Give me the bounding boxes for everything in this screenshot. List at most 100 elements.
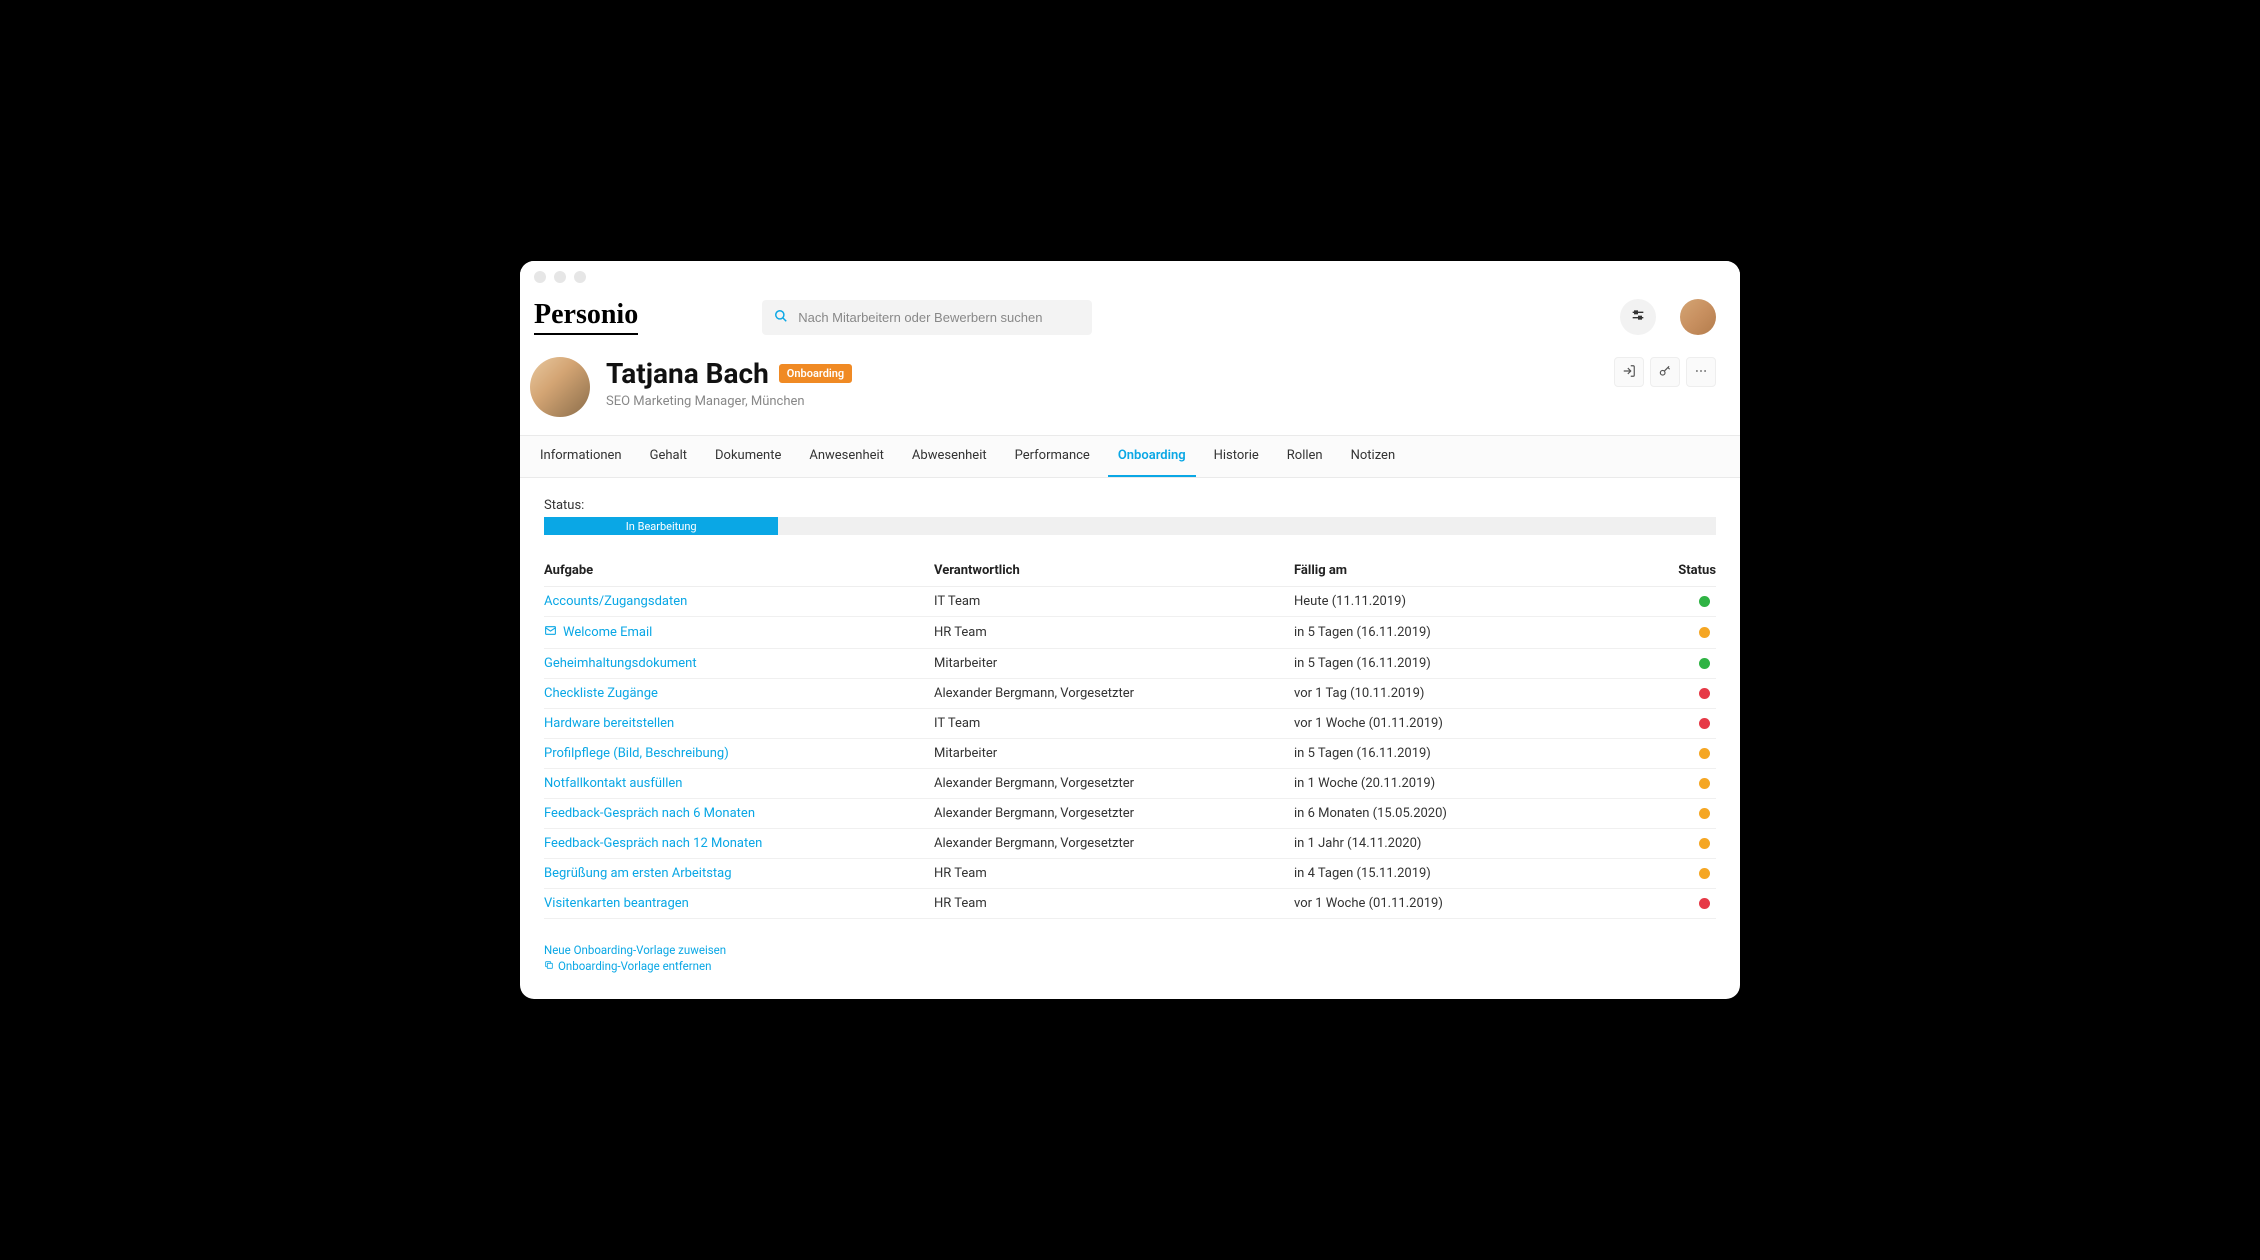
window-maximize-dot[interactable] xyxy=(574,271,586,283)
table-header: Aufgabe Verantwortlich Fällig am Status xyxy=(544,555,1716,587)
task-link[interactable]: Feedback-Gespräch nach 12 Monaten xyxy=(544,836,934,851)
status-dot-orange xyxy=(1699,627,1710,638)
footer-links: Neue Onboarding-Vorlage zuweisen Onboard… xyxy=(544,943,1716,973)
task-status xyxy=(1574,748,1716,759)
task-status xyxy=(1574,688,1716,699)
content-area: Status: In Bearbeitung Aufgabe Verantwor… xyxy=(520,478,1740,999)
login-icon xyxy=(1622,363,1636,382)
remove-template-link[interactable]: Onboarding-Vorlage entfernen xyxy=(544,959,1716,973)
task-title-text: Feedback-Gespräch nach 6 Monaten xyxy=(544,806,755,821)
tab-historie[interactable]: Historie xyxy=(1204,436,1269,477)
search-input[interactable] xyxy=(798,310,1080,325)
task-title-text: Geheimhaltungsdokument xyxy=(544,656,697,671)
task-link[interactable]: Profilpflege (Bild, Beschreibung) xyxy=(544,746,934,761)
task-title-text: Accounts/Zugangsdaten xyxy=(544,594,687,609)
more-icon xyxy=(1694,363,1708,382)
task-link[interactable]: Welcome Email xyxy=(544,624,934,641)
table-row: Feedback-Gespräch nach 12 MonatenAlexand… xyxy=(544,829,1716,859)
status-dot-orange xyxy=(1699,778,1710,789)
sliders-icon xyxy=(1630,307,1646,327)
status-dot-orange xyxy=(1699,748,1710,759)
task-title-text: Checkliste Zugänge xyxy=(544,686,658,701)
task-status xyxy=(1574,808,1716,819)
tab-rollen[interactable]: Rollen xyxy=(1277,436,1333,477)
task-status xyxy=(1574,778,1716,789)
tab-gehalt[interactable]: Gehalt xyxy=(640,436,697,477)
task-responsible: IT Team xyxy=(934,594,1294,609)
window-minimize-dot[interactable] xyxy=(554,271,566,283)
task-title-text: Welcome Email xyxy=(563,625,652,640)
status-dot-orange xyxy=(1699,868,1710,879)
task-due: in 1 Jahr (14.11.2020) xyxy=(1294,836,1574,851)
task-link[interactable]: Geheimhaltungsdokument xyxy=(544,656,934,671)
task-due: vor 1 Woche (01.11.2019) xyxy=(1294,896,1574,911)
current-user-avatar[interactable] xyxy=(1680,299,1716,335)
task-responsible: Alexander Bergmann, Vorgesetzter xyxy=(934,686,1294,701)
tab-notizen[interactable]: Notizen xyxy=(1341,436,1406,477)
employee-avatar[interactable] xyxy=(530,357,590,417)
onboarding-badge: Onboarding xyxy=(779,364,852,383)
task-link[interactable]: Visitenkarten beantragen xyxy=(544,896,934,911)
tab-abwesenheit[interactable]: Abwesenheit xyxy=(902,436,997,477)
task-due: in 5 Tagen (16.11.2019) xyxy=(1294,656,1574,671)
task-status xyxy=(1574,718,1716,729)
task-due: in 1 Woche (20.11.2019) xyxy=(1294,776,1574,791)
task-status xyxy=(1574,658,1716,669)
task-due: in 5 Tagen (16.11.2019) xyxy=(1294,625,1574,640)
task-due: in 5 Tagen (16.11.2019) xyxy=(1294,746,1574,761)
copy-icon xyxy=(544,959,554,973)
profile-actions xyxy=(1614,357,1716,387)
settings-button[interactable] xyxy=(1620,299,1656,335)
task-status xyxy=(1574,898,1716,909)
tabs-nav: InformationenGehaltDokumenteAnwesenheitA… xyxy=(520,435,1740,478)
tab-dokumente[interactable]: Dokumente xyxy=(705,436,791,477)
task-title-text: Visitenkarten beantragen xyxy=(544,896,689,911)
status-dot-green xyxy=(1699,658,1710,669)
task-status xyxy=(1574,627,1716,638)
brand-logo[interactable]: Personio xyxy=(534,299,638,335)
task-link[interactable]: Hardware bereitstellen xyxy=(544,716,934,731)
search-box[interactable] xyxy=(762,300,1092,335)
assign-template-link[interactable]: Neue Onboarding-Vorlage zuweisen xyxy=(544,943,1716,957)
table-row: Checkliste Zugänge Alexander Bergmann, Vo… xyxy=(544,679,1716,709)
employee-subtitle: SEO Marketing Manager, München xyxy=(606,394,852,409)
task-link[interactable]: Checkliste Zugänge xyxy=(544,686,934,701)
task-status xyxy=(1574,868,1716,879)
tab-onboarding[interactable]: Onboarding xyxy=(1108,436,1196,477)
tab-anwesenheit[interactable]: Anwesenheit xyxy=(799,436,894,477)
task-link[interactable]: Begrüßung am ersten Arbeitstag xyxy=(544,866,934,881)
task-link[interactable]: Notfallkontakt ausfüllen xyxy=(544,776,934,791)
status-progress-bar: In Bearbeitung xyxy=(544,517,1716,535)
search-wrap xyxy=(762,300,1092,335)
col-header-responsible: Verantwortlich xyxy=(934,563,1294,578)
more-button[interactable] xyxy=(1686,357,1716,387)
task-title-text: Profilpflege (Bild, Beschreibung) xyxy=(544,746,729,761)
task-responsible: Alexander Bergmann, Vorgesetzter xyxy=(934,836,1294,851)
envelope-icon xyxy=(544,624,557,641)
status-progress-fill: In Bearbeitung xyxy=(544,517,778,535)
table-row: Begrüßung am ersten ArbeitstagHR Teamin … xyxy=(544,859,1716,889)
table-row: Notfallkontakt ausfüllenAlexander Bergma… xyxy=(544,769,1716,799)
login-as-button[interactable] xyxy=(1614,357,1644,387)
status-label: Status: xyxy=(544,498,1716,513)
table-row: Hardware bereitstellenIT Teamvor 1 Woche… xyxy=(544,709,1716,739)
key-button[interactable] xyxy=(1650,357,1680,387)
tab-performance[interactable]: Performance xyxy=(1005,436,1100,477)
task-title-text: Begrüßung am ersten Arbeitstag xyxy=(544,866,732,881)
task-responsible: Mitarbeiter xyxy=(934,656,1294,671)
task-link[interactable]: Feedback-Gespräch nach 6 Monaten xyxy=(544,806,934,821)
topbar: Personio xyxy=(520,293,1740,347)
status-dot-green xyxy=(1699,596,1710,607)
window-close-dot[interactable] xyxy=(534,271,546,283)
table-row: Accounts/ZugangsdatenIT TeamHeute (11.11… xyxy=(544,587,1716,617)
task-responsible: Alexander Bergmann, Vorgesetzter xyxy=(934,806,1294,821)
task-link[interactable]: Accounts/Zugangsdaten xyxy=(544,594,934,609)
table-row: Feedback-Gespräch nach 6 Monaten Alexande… xyxy=(544,799,1716,829)
task-responsible: IT Team xyxy=(934,716,1294,731)
task-responsible: HR Team xyxy=(934,866,1294,881)
employee-name: Tatjana Bach xyxy=(606,357,769,390)
table-row: Profilpflege (Bild, Beschreibung)Mitarbe… xyxy=(544,739,1716,769)
tab-informationen[interactable]: Informationen xyxy=(530,436,632,477)
window-titlebar xyxy=(520,261,1740,293)
status-dot-red xyxy=(1699,898,1710,909)
